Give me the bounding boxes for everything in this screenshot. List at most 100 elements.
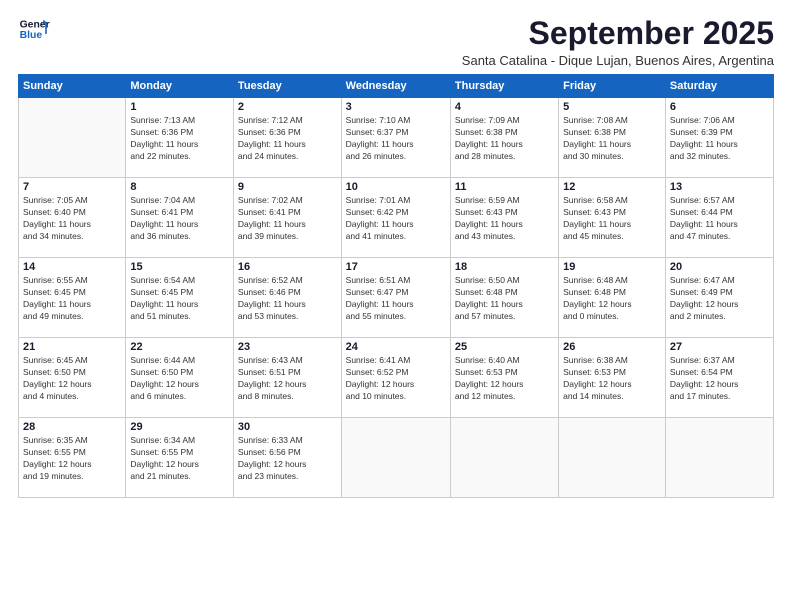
day-number: 13 [670, 181, 769, 193]
day-number: 27 [670, 341, 769, 353]
day-info: Sunrise: 6:45 AM Sunset: 6:50 PM Dayligh… [23, 355, 121, 403]
table-row: 21 Sunrise: 6:45 AM Sunset: 6:50 PM Dayli… [19, 338, 126, 418]
day-info: Sunrise: 6:58 AM Sunset: 6:43 PM Dayligh… [563, 195, 661, 243]
day-number: 16 [238, 261, 337, 273]
page: General Blue September 2025 Santa Catali… [0, 0, 792, 612]
table-row: 20Sunrise: 6:47 AM Sunset: 6:49 PM Dayli… [665, 258, 773, 338]
day-number: 15 [130, 261, 229, 273]
table-row: 27 Sunrise: 6:37 AM Sunset: 6:54 PM Dayli… [665, 338, 773, 418]
day-info: Sunrise: 6:55 AM Sunset: 6:45 PM Dayligh… [23, 275, 121, 323]
day-number: 18 [455, 261, 554, 273]
table-row: 22 Sunrise: 6:44 AM Sunset: 6:50 PM Dayli… [126, 338, 234, 418]
col-wednesday: Wednesday [341, 75, 450, 98]
day-info: Sunrise: 6:37 AM Sunset: 6:54 PM Dayligh… [670, 355, 769, 403]
day-info: Sunrise: 7:09 AM Sunset: 6:38 PM Dayligh… [455, 115, 554, 163]
calendar: Sunday Monday Tuesday Wednesday Thursday… [18, 74, 774, 498]
day-info: Sunrise: 7:12 AM Sunset: 6:36 PM Dayligh… [238, 115, 337, 163]
day-info: Sunrise: 7:01 AM Sunset: 6:42 PM Dayligh… [346, 195, 446, 243]
table-row: 13 Sunrise: 6:57 AM Sunset: 6:44 PM Dayli… [665, 178, 773, 258]
table-row: 7 Sunrise: 7:05 AM Sunset: 6:40 PM Daylig… [19, 178, 126, 258]
table-row: 12 Sunrise: 6:58 AM Sunset: 6:43 PM Dayli… [559, 178, 666, 258]
col-monday: Monday [126, 75, 234, 98]
day-number: 2 [238, 101, 337, 113]
table-row: 9Sunrise: 7:02 AM Sunset: 6:41 PM Daylig… [233, 178, 341, 258]
day-info: Sunrise: 6:35 AM Sunset: 6:55 PM Dayligh… [23, 435, 121, 483]
day-info: Sunrise: 6:43 AM Sunset: 6:51 PM Dayligh… [238, 355, 337, 403]
day-info: Sunrise: 7:08 AM Sunset: 6:38 PM Dayligh… [563, 115, 661, 163]
table-row: 19Sunrise: 6:48 AM Sunset: 6:48 PM Dayli… [559, 258, 666, 338]
svg-text:Blue: Blue [20, 30, 43, 41]
col-thursday: Thursday [450, 75, 558, 98]
day-info: Sunrise: 6:38 AM Sunset: 6:53 PM Dayligh… [563, 355, 661, 403]
day-info: Sunrise: 6:33 AM Sunset: 6:56 PM Dayligh… [238, 435, 337, 483]
col-saturday: Saturday [665, 75, 773, 98]
day-info: Sunrise: 7:13 AM Sunset: 6:36 PM Dayligh… [130, 115, 229, 163]
col-sunday: Sunday [19, 75, 126, 98]
calendar-week-row: 28 Sunrise: 6:35 AM Sunset: 6:55 PM Dayli… [19, 418, 774, 498]
day-number: 30 [238, 421, 337, 433]
table-row: 8Sunrise: 7:04 AM Sunset: 6:41 PM Daylig… [126, 178, 234, 258]
table-row: 5Sunrise: 7:08 AM Sunset: 6:38 PM Daylig… [559, 98, 666, 178]
main-title: September 2025 [462, 16, 774, 51]
day-info: Sunrise: 6:51 AM Sunset: 6:47 PM Dayligh… [346, 275, 446, 323]
day-info: Sunrise: 7:05 AM Sunset: 6:40 PM Dayligh… [23, 195, 121, 243]
table-row: 16 Sunrise: 6:52 AM Sunset: 6:46 PM Dayli… [233, 258, 341, 338]
table-row [450, 418, 558, 498]
table-row: 15 Sunrise: 6:54 AM Sunset: 6:45 PM Dayli… [126, 258, 234, 338]
table-row: 28 Sunrise: 6:35 AM Sunset: 6:55 PM Dayli… [19, 418, 126, 498]
day-info: Sunrise: 6:40 AM Sunset: 6:53 PM Dayligh… [455, 355, 554, 403]
subtitle: Santa Catalina - Dique Lujan, Buenos Air… [462, 53, 774, 68]
day-info: Sunrise: 6:57 AM Sunset: 6:44 PM Dayligh… [670, 195, 769, 243]
day-number: 14 [23, 261, 121, 273]
table-row: 29 Sunrise: 6:34 AM Sunset: 6:55 PM Dayli… [126, 418, 234, 498]
table-row: 24 Sunrise: 6:41 AM Sunset: 6:52 PM Dayli… [341, 338, 450, 418]
day-number: 6 [670, 101, 769, 113]
day-info: Sunrise: 7:06 AM Sunset: 6:39 PM Dayligh… [670, 115, 769, 163]
day-number: 23 [238, 341, 337, 353]
day-number: 26 [563, 341, 661, 353]
table-row: 3 Sunrise: 7:10 AM Sunset: 6:37 PM Daylig… [341, 98, 450, 178]
logo: General Blue [18, 16, 50, 44]
day-number: 3 [346, 101, 446, 113]
day-number: 17 [346, 261, 446, 273]
table-row [19, 98, 126, 178]
calendar-week-row: 21 Sunrise: 6:45 AM Sunset: 6:50 PM Dayli… [19, 338, 774, 418]
day-number: 1 [130, 101, 229, 113]
day-number: 24 [346, 341, 446, 353]
calendar-header-row: Sunday Monday Tuesday Wednesday Thursday… [19, 75, 774, 98]
table-row [559, 418, 666, 498]
day-info: Sunrise: 7:10 AM Sunset: 6:37 PM Dayligh… [346, 115, 446, 163]
table-row: 6 Sunrise: 7:06 AM Sunset: 6:39 PM Daylig… [665, 98, 773, 178]
table-row: 23 Sunrise: 6:43 AM Sunset: 6:51 PM Dayli… [233, 338, 341, 418]
header: General Blue September 2025 Santa Catali… [18, 16, 774, 68]
day-number: 20 [670, 261, 769, 273]
day-number: 9 [238, 181, 337, 193]
day-number: 22 [130, 341, 229, 353]
table-row: 4 Sunrise: 7:09 AM Sunset: 6:38 PM Daylig… [450, 98, 558, 178]
day-info: Sunrise: 6:59 AM Sunset: 6:43 PM Dayligh… [455, 195, 554, 243]
day-number: 4 [455, 101, 554, 113]
day-info: Sunrise: 6:44 AM Sunset: 6:50 PM Dayligh… [130, 355, 229, 403]
day-info: Sunrise: 6:41 AM Sunset: 6:52 PM Dayligh… [346, 355, 446, 403]
col-friday: Friday [559, 75, 666, 98]
table-row: 18 Sunrise: 6:50 AM Sunset: 6:48 PM Dayli… [450, 258, 558, 338]
day-number: 11 [455, 181, 554, 193]
day-number: 29 [130, 421, 229, 433]
table-row: 2 Sunrise: 7:12 AM Sunset: 6:36 PM Daylig… [233, 98, 341, 178]
day-number: 7 [23, 181, 121, 193]
day-info: Sunrise: 6:54 AM Sunset: 6:45 PM Dayligh… [130, 275, 229, 323]
col-tuesday: Tuesday [233, 75, 341, 98]
day-number: 28 [23, 421, 121, 433]
table-row [341, 418, 450, 498]
day-info: Sunrise: 7:04 AM Sunset: 6:41 PM Dayligh… [130, 195, 229, 243]
day-number: 21 [23, 341, 121, 353]
day-number: 12 [563, 181, 661, 193]
day-info: Sunrise: 6:52 AM Sunset: 6:46 PM Dayligh… [238, 275, 337, 323]
calendar-week-row: 14 Sunrise: 6:55 AM Sunset: 6:45 PM Dayli… [19, 258, 774, 338]
table-row: 11 Sunrise: 6:59 AM Sunset: 6:43 PM Dayli… [450, 178, 558, 258]
table-row: 25Sunrise: 6:40 AM Sunset: 6:53 PM Dayli… [450, 338, 558, 418]
day-info: Sunrise: 6:34 AM Sunset: 6:55 PM Dayligh… [130, 435, 229, 483]
logo-icon: General Blue [18, 16, 50, 44]
table-row: 1 Sunrise: 7:13 AM Sunset: 6:36 PM Daylig… [126, 98, 234, 178]
day-info: Sunrise: 6:50 AM Sunset: 6:48 PM Dayligh… [455, 275, 554, 323]
